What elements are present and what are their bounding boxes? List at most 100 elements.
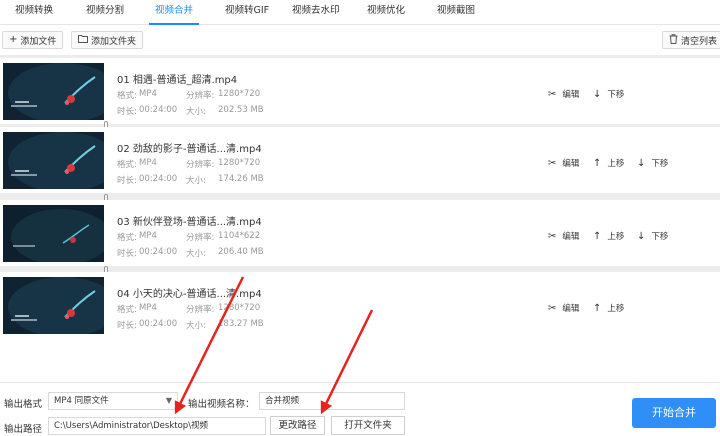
resolution-label: 分辨率: <box>186 305 215 315</box>
output-path-input[interactable]: C:\Users\Administrator\Desktop\视频 <box>48 417 266 435</box>
output-format-value: MP4 同原文件 <box>54 396 109 406</box>
list-item[interactable]: 01 相遇-普通话_超清.mp4 格式: MP4 分辨率: 1280*720 时… <box>0 58 720 124</box>
duration-label: 时长: <box>117 321 137 331</box>
format-value: MP4 <box>139 231 157 241</box>
tab-video-optimize[interactable]: 视频优化 <box>367 0 405 25</box>
size-label: 大小: <box>186 107 206 117</box>
arrow-down-icon: ↓ <box>593 88 602 100</box>
file-name: 03 新伙伴登场-普通话...清.mp4 <box>117 217 262 228</box>
move-down-label: 下移 <box>651 159 669 169</box>
duration-value: 00:24:00 <box>139 105 178 115</box>
add-folder-label: 添加文件夹 <box>91 36 137 47</box>
tab-video-remove-watermark[interactable]: 视频去水印 <box>292 0 340 25</box>
duration-value: 00:24:00 <box>139 247 178 257</box>
start-merge-button[interactable]: 开始合并 <box>632 398 716 428</box>
size-label: 大小: <box>186 249 206 259</box>
scissors-icon: ✂ <box>548 302 557 314</box>
output-path-label: 输出路径 <box>4 424 43 435</box>
folder-icon <box>78 34 88 46</box>
move-down-label: 下移 <box>651 232 669 242</box>
resolution-label: 分辨率: <box>186 233 215 243</box>
duration-label: 时长: <box>117 107 137 117</box>
resolution-value: 1280*720 <box>218 89 261 99</box>
format-label: 格式: <box>117 305 137 315</box>
arrow-up-icon: ↑ <box>593 157 602 169</box>
edit-button[interactable]: ✂ 编辑 <box>548 157 580 170</box>
move-up-label: 上移 <box>607 232 625 242</box>
resolution-value: 1104*622 <box>218 231 261 241</box>
tab-video-to-gif[interactable]: 视频转GIF <box>225 0 269 25</box>
output-name-input[interactable]: 合并视频 <box>259 392 405 410</box>
edit-label: 编辑 <box>562 232 580 242</box>
move-down-button[interactable]: ↓ 下移 <box>637 157 669 170</box>
edit-label: 编辑 <box>562 90 580 100</box>
move-up-button[interactable]: ↑ 上移 <box>593 157 625 170</box>
move-up-label: 上移 <box>607 159 625 169</box>
duration-label: 时长: <box>117 249 137 259</box>
file-name: 04 小天的决心-普通话...清.mp4 <box>117 289 262 300</box>
resolution-label: 分辨率: <box>186 91 215 101</box>
format-value: MP4 <box>139 89 157 99</box>
format-value: MP4 <box>139 158 157 168</box>
arrow-down-icon: ↓ <box>637 157 646 169</box>
edit-button[interactable]: ✂ 编辑 <box>548 230 580 243</box>
size-label: 大小: <box>186 176 206 186</box>
move-down-button[interactable]: ↓ 下移 <box>593 88 625 101</box>
move-down-label: 下移 <box>607 90 625 100</box>
resolution-value: 1280*720 <box>218 303 261 313</box>
list-item[interactable]: 02 劲敌的影子-普通话...清.mp4 格式: MP4 分辨率: 1280*7… <box>0 127 720 193</box>
list-item[interactable]: 03 新伙伴登场-普通话...清.mp4 格式: MP4 分辨率: 1104*6… <box>0 200 720 266</box>
file-list: 01 相遇-普通话_超清.mp4 格式: MP4 分辨率: 1280*720 时… <box>0 55 720 338</box>
plus-icon: + <box>9 34 18 45</box>
tab-video-split[interactable]: 视频分割 <box>86 0 124 25</box>
arrow-up-icon: ↑ <box>593 230 602 242</box>
output-format-select[interactable]: MP4 同原文件 ▼ <box>48 392 178 410</box>
scissors-icon: ✂ <box>548 88 557 100</box>
size-value: 206.40 MB <box>218 247 264 257</box>
video-thumbnail <box>3 277 104 334</box>
add-file-label: 添加文件 <box>20 36 57 47</box>
chevron-down-icon: ▼ <box>165 396 172 405</box>
move-down-button[interactable]: ↓ 下移 <box>637 230 669 243</box>
format-label: 格式: <box>117 233 137 243</box>
size-value: 202.53 MB <box>218 105 264 115</box>
format-label: 格式: <box>117 91 137 101</box>
duration-value: 00:24:00 <box>139 174 178 184</box>
tab-video-screenshot[interactable]: 视频截图 <box>437 0 475 25</box>
video-thumbnail <box>3 63 104 120</box>
resolution-label: 分辨率: <box>186 160 215 170</box>
open-folder-button[interactable]: 打开文件夹 <box>331 416 405 435</box>
add-folder-button[interactable]: 添加文件夹 <box>71 31 144 49</box>
edit-label: 编辑 <box>562 159 580 169</box>
edit-button[interactable]: ✂ 编辑 <box>548 302 580 315</box>
duration-label: 时长: <box>117 176 137 186</box>
format-value: MP4 <box>139 303 157 313</box>
tab-video-merge[interactable]: 视频合并 <box>148 0 200 25</box>
video-thumbnail <box>3 132 104 189</box>
edit-button[interactable]: ✂ 编辑 <box>548 88 580 101</box>
output-name-label: 输出视频名称： <box>188 399 255 410</box>
scissors-icon: ✂ <box>548 230 557 242</box>
add-file-button[interactable]: + 添加文件 <box>2 31 64 49</box>
tab-bar: 视频转换 视频分割 视频合并 视频转GIF 视频去水印 视频优化 视频截图 <box>0 0 720 25</box>
size-value: 183.27 MB <box>218 319 264 329</box>
arrow-down-icon: ↓ <box>637 230 646 242</box>
video-thumbnail <box>3 205 104 262</box>
clear-list-button[interactable]: 清空列表 <box>662 31 720 49</box>
change-path-button[interactable]: 更改路径 <box>270 416 325 435</box>
edit-label: 编辑 <box>562 304 580 314</box>
output-format-label: 输出格式 <box>4 399 43 410</box>
move-up-button[interactable]: ↑ 上移 <box>593 230 625 243</box>
clear-list-label: 清空列表 <box>681 36 718 47</box>
toolbar: + 添加文件 添加文件夹 清空列表 <box>0 25 720 55</box>
list-item[interactable]: 04 小天的决心-普通话...清.mp4 格式: MP4 分辨率: 1280*7… <box>0 272 720 338</box>
tab-video-convert[interactable]: 视频转换 <box>15 0 53 25</box>
move-up-button[interactable]: ↑ 上移 <box>593 302 624 315</box>
arrow-up-icon: ↑ <box>593 302 602 314</box>
size-value: 174.26 MB <box>218 174 264 184</box>
file-name: 01 相遇-普通话_超清.mp4 <box>117 75 238 86</box>
resolution-value: 1280*720 <box>218 158 261 168</box>
duration-value: 00:24:00 <box>139 319 178 329</box>
scissors-icon: ✂ <box>548 157 557 169</box>
file-name: 02 劲敌的影子-普通话...清.mp4 <box>117 144 262 155</box>
